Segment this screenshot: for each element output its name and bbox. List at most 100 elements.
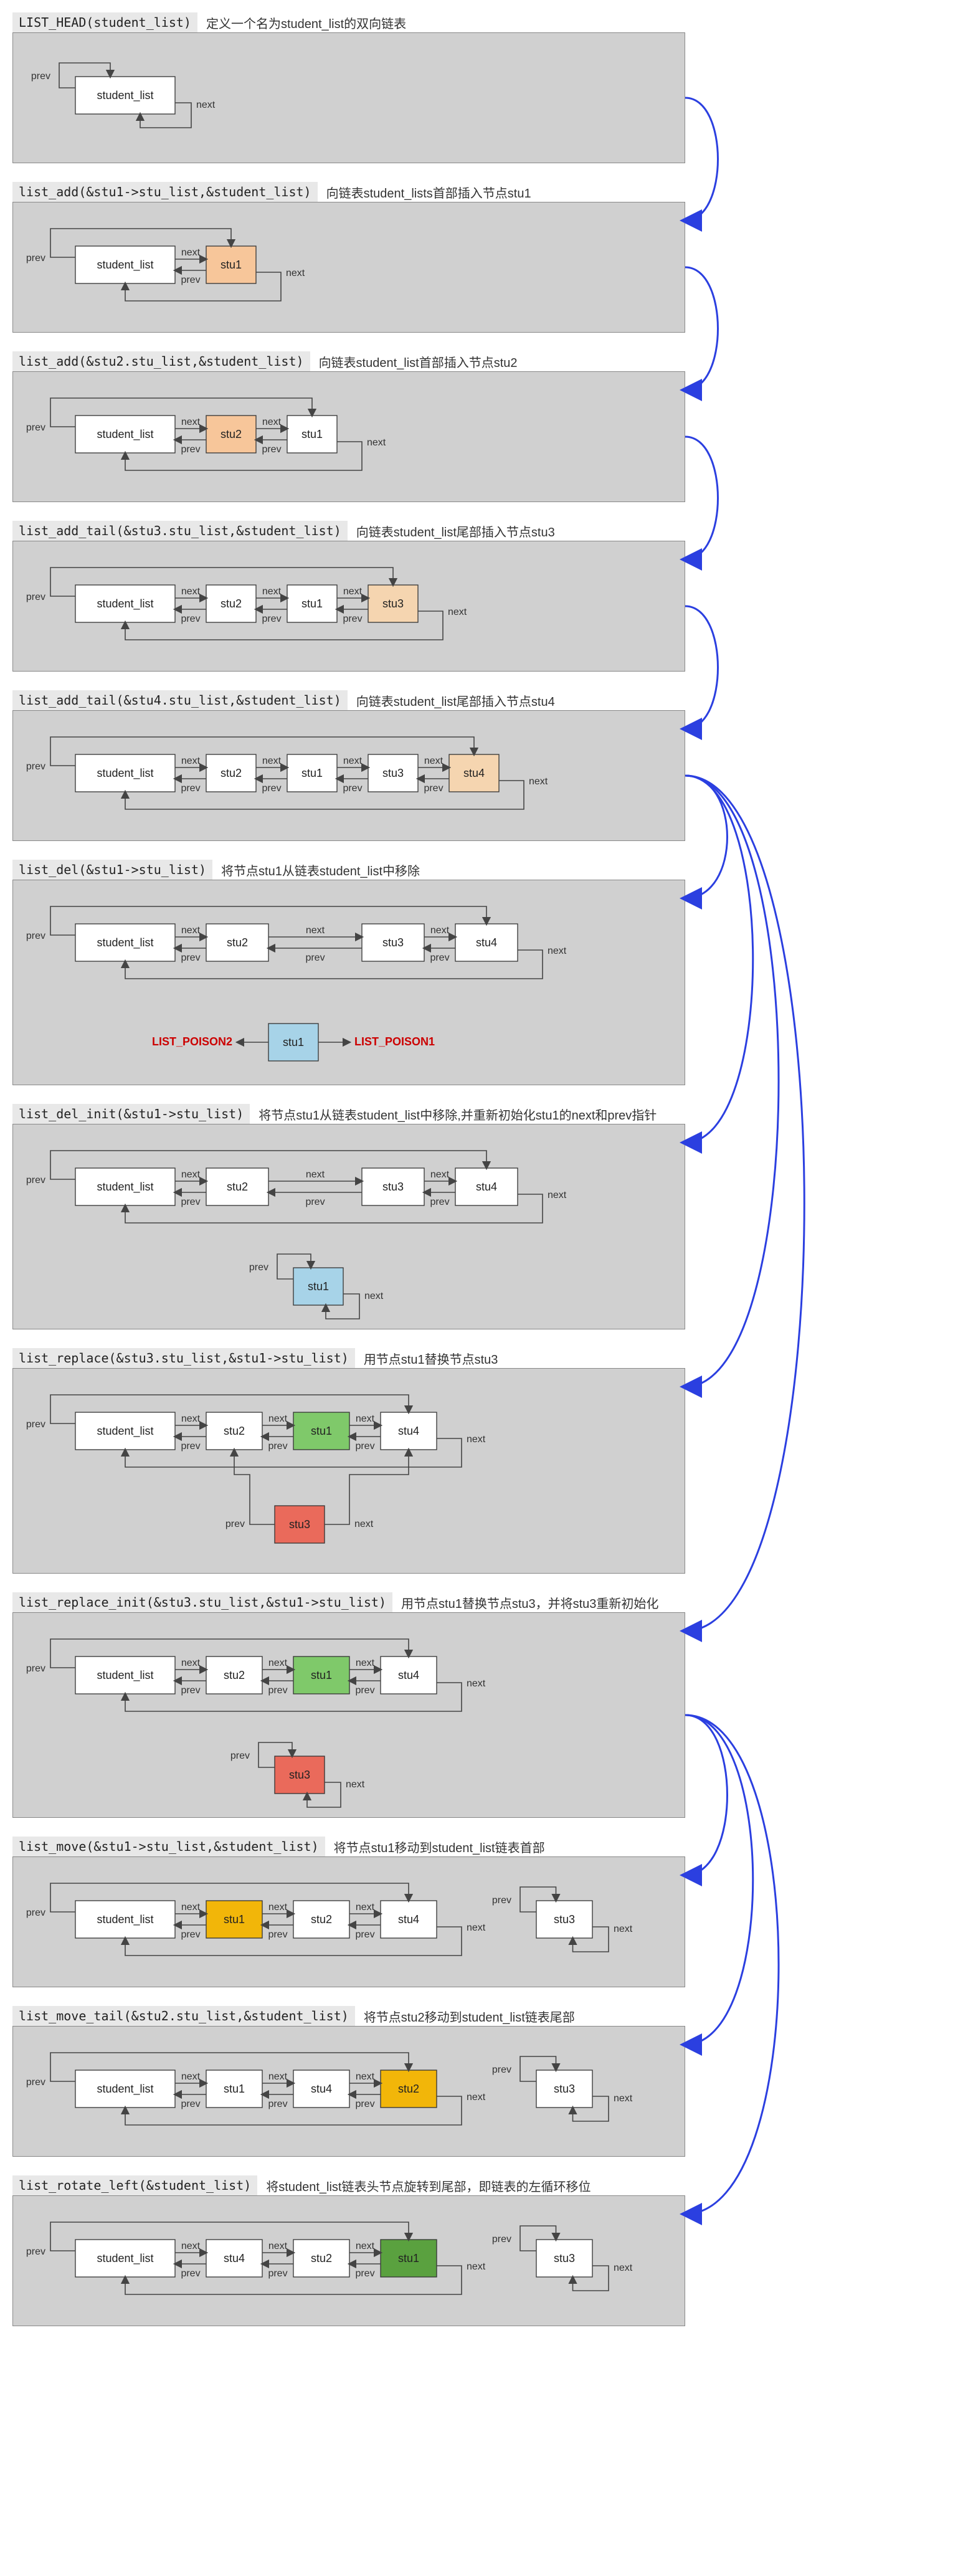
node-label: stu2 [221, 597, 242, 610]
pointer-label: next [268, 2241, 288, 2251]
step-header: list_rotate_left(&student_list)将student_… [12, 2175, 951, 2195]
step-desc: 向链表student_list尾部插入节点stu4 [356, 692, 555, 710]
pointer-label: prev [492, 2065, 511, 2075]
pointer-label: prev [26, 1908, 45, 1918]
node-label: stu2 [311, 2252, 332, 2265]
diagram-step: list_add_tail(&stu3.stu_list,&student_li… [12, 521, 951, 672]
step-header: list_replace_init(&stu3.stu_list,&stu1->… [12, 1592, 951, 1612]
step-header: list_move(&stu1->stu_list,&student_list)… [12, 1837, 951, 1856]
step-desc: 向链表student_list尾部插入节点stu3 [356, 522, 555, 540]
pointer-label: next [181, 247, 201, 258]
pointer-label: next [262, 586, 282, 597]
step-code: list_rotate_left(&student_list) [12, 2175, 257, 2195]
diagram-panel: student_liststu4stu2stu1nextprevnextprev… [12, 2195, 685, 2326]
node-label: stu3 [382, 1181, 404, 1193]
pointer-label: next [548, 1190, 567, 1200]
diagram-step: LIST_HEAD(student_list)定义一个名为student_lis… [12, 12, 951, 163]
pointer-label: next [614, 1924, 633, 1934]
pointer-label: prev [424, 783, 443, 794]
pointer-label: prev [26, 1419, 45, 1430]
node-label: stu4 [224, 2252, 245, 2265]
diagram-panel: student_liststu2stu1nextprevnextprevprev… [12, 371, 685, 502]
pointer-label: next [614, 2263, 633, 2273]
node-label: stu4 [463, 767, 485, 779]
step-header: list_add(&stu1->stu_list,&student_list)向… [12, 182, 951, 202]
pointer-label: next [268, 1902, 288, 1913]
diagram-panel: student_liststu2stu1stu4nextprevnextprev… [12, 1612, 685, 1818]
pointer-label: next [306, 1169, 325, 1180]
pointer-label: next [181, 1414, 201, 1424]
step-code: list_replace_init(&stu3.stu_list,&stu1->… [12, 1592, 392, 1612]
step-desc: 向链表student_lists首部插入节点stu1 [326, 183, 531, 201]
diagram-svg: student_liststu1stu2stu4nextprevnextprev… [13, 1857, 686, 1988]
pointer-label: prev [181, 444, 200, 455]
diagram-step: list_del_init(&stu1->stu_list)将节点stu1从链表… [12, 1104, 951, 1329]
node-label: stu4 [476, 936, 497, 949]
step-desc: 向链表student_list首部插入节点stu2 [319, 353, 518, 371]
pointer-label: next [286, 268, 305, 278]
node-label: student_list [97, 767, 153, 780]
pointer-label: prev [181, 614, 200, 624]
step-header: list_replace(&stu3.stu_list,&stu1->stu_l… [12, 1348, 951, 1368]
pointer-label: next [356, 2071, 375, 2082]
diagram-svg: student_liststu2stu3stu4nextprevnextprev… [13, 1124, 686, 1330]
step-desc: 将节点stu2移动到student_list链表尾部 [364, 2007, 575, 2025]
step-code: list_del_init(&stu1->stu_list) [12, 1104, 250, 1124]
pointer-label: next [306, 925, 325, 936]
step-code: list_del(&stu1->stu_list) [12, 860, 212, 880]
diagram-step: list_add(&stu2.stu_list,&student_list) 向链… [12, 351, 951, 502]
node-label: stu1 [398, 2252, 419, 2265]
pointer-label: next [346, 1779, 365, 1790]
step-desc: 定义一个名为student_list的双向链表 [206, 14, 406, 32]
diagram-panel: student_liststu1stu2stu4nextprevnextprev… [12, 1856, 685, 1987]
diagram-step: list_replace_init(&stu3.stu_list,&stu1->… [12, 1592, 951, 1818]
pointer-label: next [196, 100, 216, 110]
node-label: student_list [97, 2083, 153, 2096]
diagram-step: list_replace(&stu3.stu_list,&stu1->stu_l… [12, 1348, 951, 1574]
pointer-label: prev [305, 953, 325, 963]
diagram-panel: student_liststu2stu1stu3stu4nextprevnext… [12, 710, 685, 841]
step-desc: 将节点stu1移动到student_list链表首部 [334, 1838, 545, 1856]
node-label: stu1 [311, 1669, 332, 1681]
pointer-label: next [181, 417, 201, 427]
step-header: list_add_tail(&stu4.stu_list,&student_li… [12, 690, 951, 710]
node-label: stu1 [301, 597, 323, 610]
pointer-label: prev [26, 1175, 45, 1186]
pointer-label: prev [26, 2077, 45, 2088]
node-label: stu1 [301, 767, 323, 779]
pointer-label: prev [355, 1685, 374, 1696]
step-header: list_del(&stu1->stu_list)将节点stu1从链表stude… [12, 860, 951, 880]
step-header: list_del_init(&stu1->stu_list)将节点stu1从链表… [12, 1104, 951, 1124]
pointer-label: next [181, 2241, 201, 2251]
node-label: stu1 [221, 259, 242, 271]
pointer-label: next [356, 1658, 375, 1668]
pointer-label: next [430, 925, 450, 936]
step-code: list_add(&stu2.stu_list,&student_list) [12, 351, 310, 371]
pointer-label: prev [181, 953, 200, 963]
node-label: stu3 [382, 597, 404, 610]
pointer-label: prev [26, 592, 45, 602]
diagram-step: list_move(&stu1->stu_list,&student_list)… [12, 1837, 951, 1987]
pointer-label: prev [268, 1441, 287, 1452]
poison-label: LIST_POISON1 [354, 1035, 435, 1048]
pointer-label: prev [181, 1685, 200, 1696]
pointer-label: next [354, 1519, 374, 1529]
diagram-svg: student_liststu2stu1stu3nextprevnextprev… [13, 541, 686, 672]
pointer-label: prev [268, 1929, 287, 1940]
node-label: student_list [97, 89, 153, 102]
pointer-label: next [262, 756, 282, 766]
pointer-label: next [268, 2071, 288, 2082]
pointer-label: next [548, 946, 567, 956]
node-label: stu4 [311, 2083, 332, 2095]
node-label: stu3 [554, 2083, 575, 2095]
step-header: list_add(&stu2.stu_list,&student_list) 向链… [12, 351, 951, 371]
pointer-label: next [364, 1291, 384, 1301]
diagram-svg: student_listprevnext [13, 33, 686, 164]
node-label: stu3 [554, 2252, 575, 2265]
node-label: stu4 [398, 1669, 419, 1681]
pointer-label: prev [268, 1685, 287, 1696]
pointer-label: prev [305, 1197, 325, 1207]
pointer-label: next [356, 1414, 375, 1424]
pointer-label: prev [26, 761, 45, 772]
node-label: stu3 [382, 936, 404, 949]
